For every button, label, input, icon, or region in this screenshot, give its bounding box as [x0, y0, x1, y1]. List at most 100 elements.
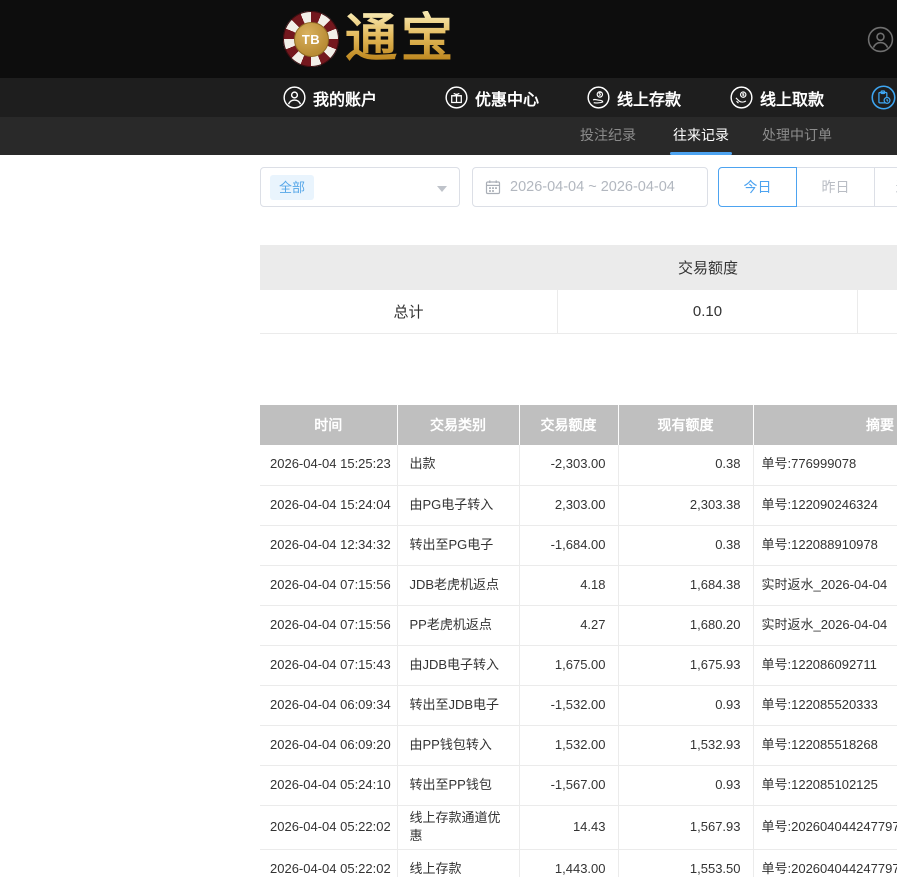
summary-total-row: 总计 0.10 — [260, 290, 897, 334]
table-row: 2026-04-04 15:25:23出款-2,303.000.38单号:776… — [260, 445, 897, 485]
tab-pending-orders[interactable]: 处理中订单 — [762, 117, 832, 155]
nav-label: 线上取款 — [760, 86, 824, 110]
table-cell: 单号:122085518268 — [753, 725, 897, 765]
summary-total-label: 总计 — [260, 290, 558, 333]
table-cell: 4.27 — [519, 605, 618, 645]
table-cell: 2026-04-04 05:24:10 — [260, 765, 397, 805]
user-avatar-icon — [867, 26, 894, 53]
table-cell: PP老虎机返点 — [397, 605, 519, 645]
table-cell: 转出至PG电子 — [397, 525, 519, 565]
table-cell: 14.43 — [519, 805, 618, 850]
nav-label: 优惠中心 — [475, 86, 539, 110]
brand-logo[interactable]: TB 通宝 — [283, 11, 457, 67]
main-navbar: 我的账户 优惠中心 $ 线上存款 $ — [0, 78, 897, 117]
table-cell: 0.38 — [618, 445, 753, 485]
table-cell: 2026-04-04 15:24:04 — [260, 485, 397, 525]
table-row: 2026-04-04 05:24:10转出至PP钱包-1,567.000.93单… — [260, 765, 897, 805]
col-type: 交易类别 — [397, 405, 519, 445]
table-cell: 1,675.93 — [618, 645, 753, 685]
col-summary: 摘要 — [753, 405, 897, 445]
last-7-days-button[interactable]: 近7日 — [874, 167, 897, 207]
svg-text:$: $ — [598, 92, 601, 97]
table-cell: 1,684.38 — [618, 565, 753, 605]
table-cell: -1,532.00 — [519, 685, 618, 725]
account-avatar-button[interactable] — [867, 26, 894, 53]
table-cell: 单号:122085102125 — [753, 765, 897, 805]
table-row: 2026-04-04 05:22:02线上存款1,443.001,553.50单… — [260, 850, 897, 877]
table-row: 2026-04-04 07:15:56JDB老虎机返点4.181,684.38实… — [260, 565, 897, 605]
svg-text:$: $ — [742, 92, 745, 97]
nav-item-withdraw[interactable]: $ 线上取款 — [730, 78, 824, 117]
table-cell: 2,303.00 — [519, 485, 618, 525]
selected-type-tag[interactable]: 全部 — [270, 175, 314, 200]
table-row: 2026-04-04 07:15:43由JDB电子转入1,675.001,675… — [260, 645, 897, 685]
table-cell: 实时返水_2026-04-04 — [753, 605, 897, 645]
user-icon — [283, 86, 306, 109]
table-row: 2026-04-04 12:34:32转出至PG电子-1,684.000.38单… — [260, 525, 897, 565]
yesterday-button[interactable]: 昨日 — [796, 167, 875, 207]
nav-item-promotions[interactable]: 优惠中心 — [445, 78, 539, 117]
nav-item-deposit[interactable]: $ 线上存款 — [587, 78, 681, 117]
table-cell: 1,567.93 — [618, 805, 753, 850]
table-row: 2026-04-04 05:22:02线上存款通道优惠14.431,567.93… — [260, 805, 897, 850]
table-cell: 由PG电子转入 — [397, 485, 519, 525]
table-cell: 2026-04-04 05:22:02 — [260, 805, 397, 850]
table-cell: 2026-04-04 07:15:43 — [260, 645, 397, 685]
records-tabbar: 投注纪录 往来记录 处理中订单 — [0, 117, 897, 155]
table-cell: 转出至PP钱包 — [397, 765, 519, 805]
nav-label: 我的账户 — [313, 86, 377, 110]
table-cell: 实时返水_2026-04-04 — [753, 565, 897, 605]
table-cell: 0.93 — [618, 765, 753, 805]
table-header-row: 时间 交易类别 交易额度 现有额度 摘要 — [260, 405, 897, 445]
today-button[interactable]: 今日 — [718, 167, 797, 207]
summary-extra-value — [858, 290, 897, 333]
table-cell: 0.93 — [618, 685, 753, 725]
table-cell: -1,567.00 — [519, 765, 618, 805]
transactions-header: 时间 交易类别 交易额度 现有额度 摘要 — [260, 405, 897, 445]
nav-item-my-account[interactable]: 我的账户 — [283, 78, 377, 117]
table-cell: 2026-04-04 06:09:20 — [260, 725, 397, 765]
table-row: 2026-04-04 06:09:34转出至JDB电子-1,532.000.93… — [260, 685, 897, 725]
summary-total-value: 0.10 — [558, 290, 858, 333]
transaction-type-select[interactable]: 全部 — [260, 167, 460, 207]
deposit-icon: $ — [587, 86, 610, 109]
chip-monogram: TB — [294, 22, 329, 57]
table-cell: 单号:202604044247797 — [753, 805, 897, 850]
table-cell: 2026-04-04 07:15:56 — [260, 605, 397, 645]
page: TB 通宝 我的账户 — [0, 0, 897, 877]
table-cell: 单号:122085520333 — [753, 685, 897, 725]
tab-betting-records[interactable]: 投注纪录 — [580, 117, 636, 155]
table-cell: 2026-04-04 06:09:34 — [260, 685, 397, 725]
col-amount: 交易额度 — [519, 405, 618, 445]
col-balance: 现有额度 — [618, 405, 753, 445]
table-cell: 1,553.50 — [618, 850, 753, 877]
summary-header-extra — [858, 245, 897, 290]
table-cell: 2026-04-04 05:22:02 — [260, 850, 397, 877]
table-cell: 1,443.00 — [519, 850, 618, 877]
summary-header-row: 交易额度 — [260, 245, 897, 290]
col-time: 时间 — [260, 405, 397, 445]
gift-icon — [445, 86, 468, 109]
transactions-body: 2026-04-04 15:25:23出款-2,303.000.38单号:776… — [260, 445, 897, 877]
nav-item-records[interactable] — [871, 78, 897, 117]
date-range-input[interactable]: 2026-04-04 ~ 2026-04-04 — [472, 167, 708, 207]
table-row: 2026-04-04 07:15:56PP老虎机返点4.271,680.20实时… — [260, 605, 897, 645]
summary-table: 交易额度 总计 0.10 — [260, 245, 897, 334]
brand-title: 通宝 — [345, 11, 457, 67]
table-row: 2026-04-04 06:09:20由PP钱包转入1,532.001,532.… — [260, 725, 897, 765]
records-icon — [871, 85, 896, 110]
table-cell: 单号:776999078 — [753, 445, 897, 485]
transactions-table: 时间 交易类别 交易额度 现有额度 摘要 2026-04-04 15:25:23… — [260, 405, 897, 877]
calendar-icon — [485, 179, 501, 195]
table-cell: 1,532.00 — [519, 725, 618, 765]
table-cell: 1,532.93 — [618, 725, 753, 765]
table-cell: 单号:122088910978 — [753, 525, 897, 565]
table-cell: 转出至JDB电子 — [397, 685, 519, 725]
tab-transaction-records[interactable]: 往来记录 — [673, 117, 729, 155]
chevron-down-icon — [437, 186, 447, 192]
quick-range-button-group: 今日 昨日 近7日 — [718, 167, 897, 207]
table-cell: 由JDB电子转入 — [397, 645, 519, 685]
table-row: 2026-04-04 15:24:04由PG电子转入2,303.002,303.… — [260, 485, 897, 525]
top-header-bar: TB 通宝 — [0, 0, 897, 78]
table-cell: 出款 — [397, 445, 519, 485]
